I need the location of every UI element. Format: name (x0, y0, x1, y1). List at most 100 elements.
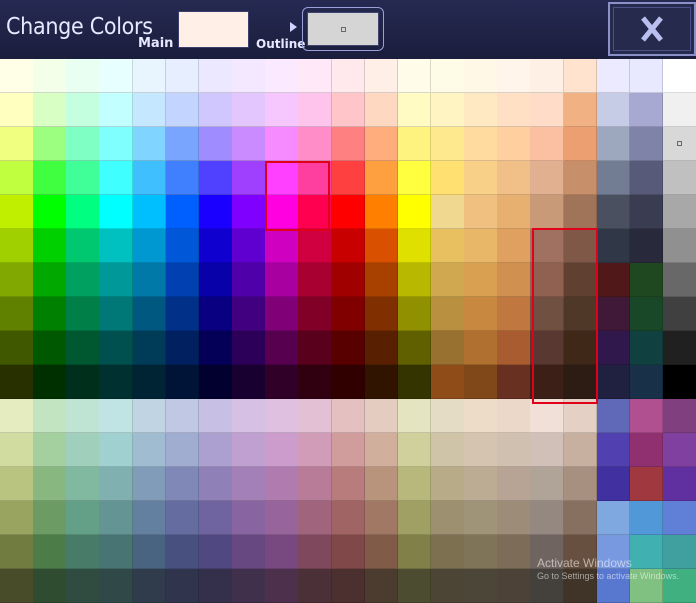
color-swatch[interactable] (298, 229, 332, 263)
color-swatch[interactable] (430, 297, 465, 331)
color-swatch[interactable] (331, 501, 366, 535)
color-swatch[interactable] (563, 195, 598, 229)
color-swatch[interactable] (132, 297, 167, 331)
color-swatch[interactable] (530, 59, 565, 93)
color-swatch[interactable] (497, 467, 531, 501)
color-swatch[interactable] (397, 365, 432, 399)
color-swatch[interactable] (497, 331, 531, 365)
color-swatch[interactable] (497, 365, 531, 399)
color-swatch[interactable] (364, 535, 399, 569)
outline-color-swatch[interactable] (307, 12, 379, 46)
color-swatch[interactable] (265, 161, 299, 195)
color-swatch[interactable] (0, 263, 34, 297)
color-swatch[interactable] (99, 433, 134, 467)
color-swatch[interactable] (232, 59, 266, 93)
color-swatch[interactable] (265, 501, 299, 535)
color-swatch[interactable] (33, 263, 67, 297)
color-swatch[interactable] (629, 93, 664, 127)
color-swatch[interactable] (497, 501, 531, 535)
color-swatch[interactable] (530, 195, 565, 229)
color-swatch[interactable] (99, 467, 134, 501)
color-swatch[interactable] (298, 433, 332, 467)
color-swatch[interactable] (198, 535, 233, 569)
color-swatch[interactable] (33, 569, 67, 603)
color-swatch[interactable] (33, 365, 67, 399)
color-swatch[interactable] (331, 569, 366, 603)
color-swatch[interactable] (364, 297, 399, 331)
color-swatch[interactable] (430, 229, 465, 263)
color-swatch[interactable] (397, 127, 432, 161)
color-swatch[interactable] (364, 467, 399, 501)
color-swatch[interactable] (99, 195, 134, 229)
color-swatch[interactable] (0, 297, 34, 331)
color-swatch[interactable] (298, 195, 332, 229)
color-swatch[interactable] (497, 195, 531, 229)
color-swatch[interactable] (298, 399, 332, 433)
color-swatch[interactable] (165, 365, 200, 399)
color-swatch[interactable] (232, 433, 266, 467)
color-swatch[interactable] (165, 433, 200, 467)
color-swatch[interactable] (132, 263, 167, 297)
color-swatch[interactable] (663, 263, 696, 297)
color-swatch[interactable] (629, 365, 664, 399)
color-swatch[interactable] (497, 93, 531, 127)
color-swatch[interactable] (198, 161, 233, 195)
color-swatch[interactable] (0, 501, 34, 535)
color-swatch[interactable] (265, 399, 299, 433)
color-swatch[interactable] (99, 569, 134, 603)
color-swatch[interactable] (298, 501, 332, 535)
color-swatch[interactable] (132, 331, 167, 365)
color-swatch[interactable] (464, 365, 498, 399)
color-swatch[interactable] (165, 501, 200, 535)
color-swatch[interactable] (33, 229, 67, 263)
color-swatch[interactable] (132, 365, 167, 399)
color-swatch[interactable] (497, 433, 531, 467)
color-swatch[interactable] (265, 297, 299, 331)
color-swatch[interactable] (464, 399, 498, 433)
color-swatch[interactable] (596, 161, 631, 195)
color-swatch[interactable] (198, 467, 233, 501)
color-swatch[interactable] (232, 297, 266, 331)
color-swatch[interactable] (430, 399, 465, 433)
color-swatch[interactable] (265, 331, 299, 365)
color-swatch[interactable] (663, 501, 696, 535)
color-swatch[interactable] (99, 127, 134, 161)
color-swatch[interactable] (663, 331, 696, 365)
color-swatch[interactable] (165, 467, 200, 501)
color-swatch[interactable] (33, 501, 67, 535)
color-swatch[interactable] (364, 59, 399, 93)
color-swatch[interactable] (596, 399, 631, 433)
color-swatch[interactable] (596, 433, 631, 467)
color-swatch[interactable] (430, 161, 465, 195)
color-swatch[interactable] (530, 535, 565, 569)
color-swatch[interactable] (364, 127, 399, 161)
color-swatch[interactable] (165, 263, 200, 297)
color-swatch[interactable] (99, 229, 134, 263)
color-swatch[interactable] (563, 331, 598, 365)
color-swatch[interactable] (397, 59, 432, 93)
color-swatch[interactable] (298, 297, 332, 331)
color-swatch[interactable] (464, 263, 498, 297)
color-swatch[interactable] (265, 195, 299, 229)
color-swatch[interactable] (364, 433, 399, 467)
color-swatch[interactable] (232, 229, 266, 263)
color-swatch[interactable] (33, 535, 67, 569)
color-swatch[interactable] (331, 127, 366, 161)
color-swatch[interactable] (331, 263, 366, 297)
color-swatch[interactable] (563, 127, 598, 161)
color-swatch[interactable] (33, 297, 67, 331)
color-swatch[interactable] (464, 433, 498, 467)
color-swatch[interactable] (397, 297, 432, 331)
color-swatch[interactable] (464, 229, 498, 263)
color-swatch[interactable] (497, 399, 531, 433)
color-swatch[interactable] (497, 263, 531, 297)
color-swatch[interactable] (165, 297, 200, 331)
color-swatch[interactable] (265, 433, 299, 467)
color-swatch[interactable] (596, 365, 631, 399)
color-swatch[interactable] (430, 93, 465, 127)
color-swatch[interactable] (132, 93, 167, 127)
color-swatch[interactable] (530, 263, 565, 297)
color-swatch[interactable] (629, 297, 664, 331)
color-swatch[interactable] (298, 127, 332, 161)
color-swatch[interactable] (99, 161, 134, 195)
